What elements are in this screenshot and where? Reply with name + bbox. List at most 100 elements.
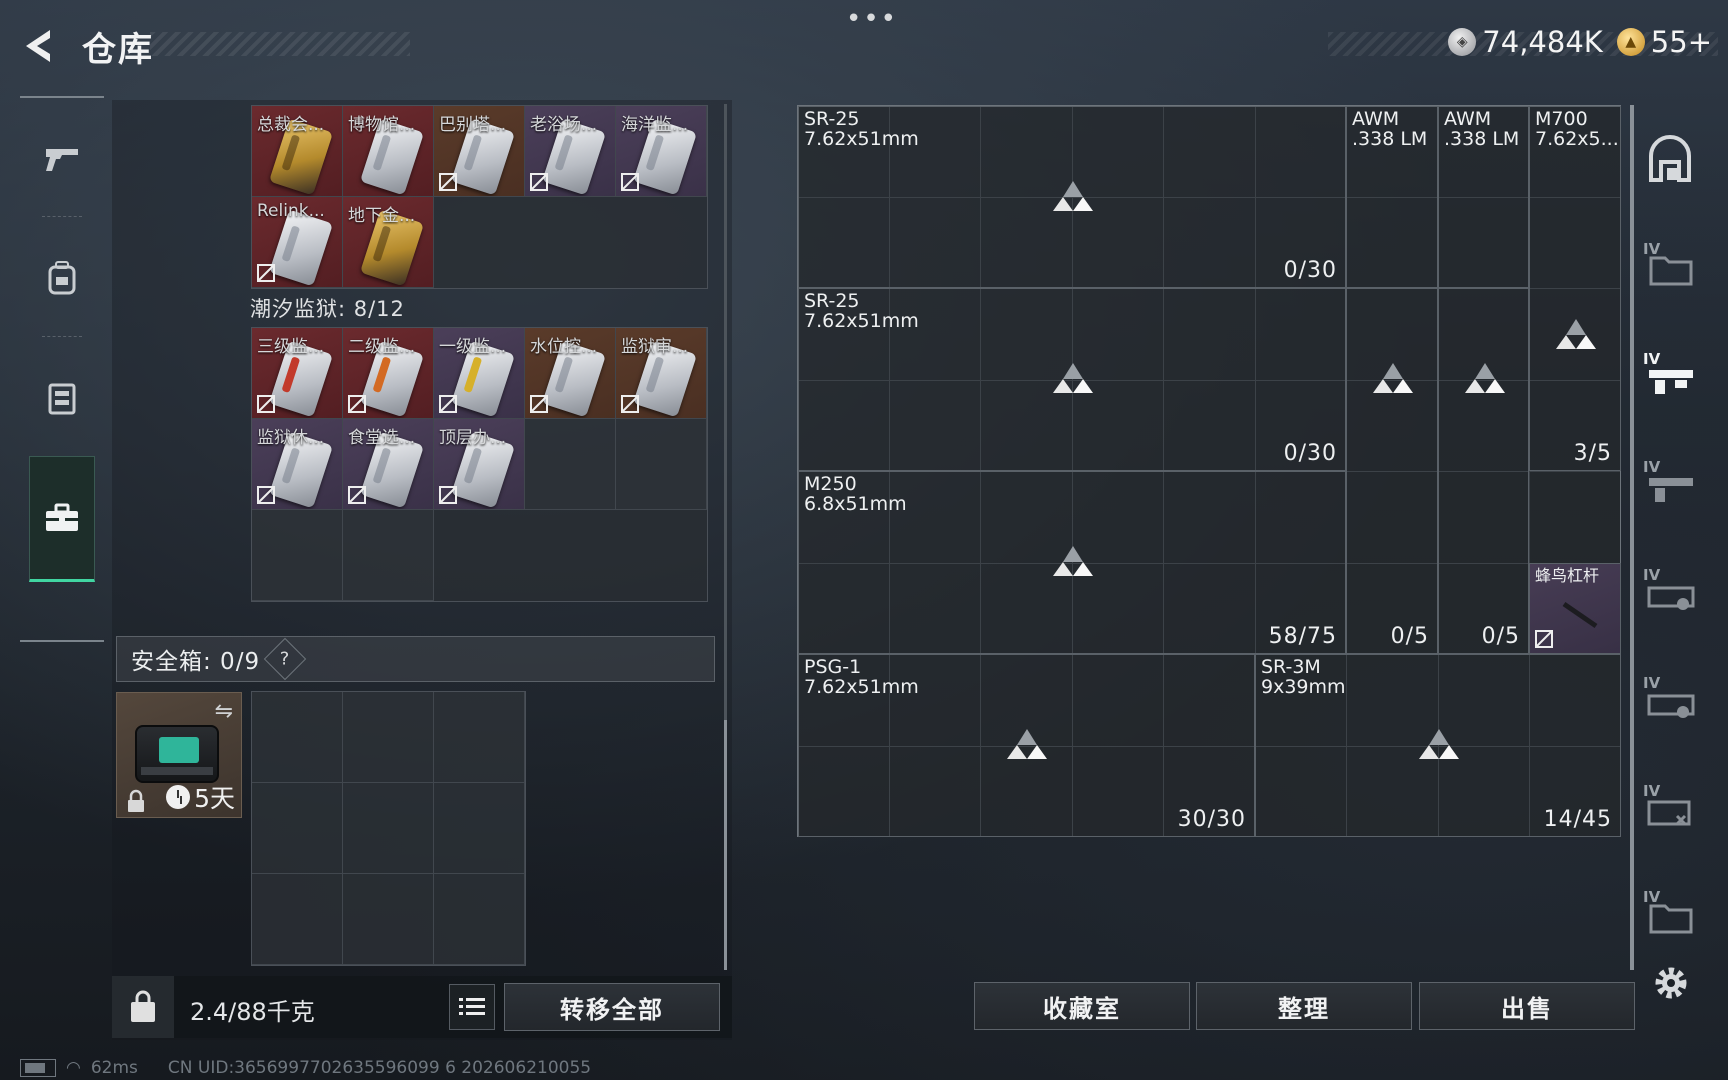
tier-triangle-icon — [1007, 729, 1047, 759]
gold-coin-icon: ▲ — [1616, 28, 1645, 56]
empty-slot[interactable] — [343, 510, 434, 601]
category-rail — [20, 96, 104, 642]
folder-icon — [1649, 256, 1693, 286]
weapon-item-awm-body[interactable]: 0/5 — [1438, 288, 1529, 654]
key-item[interactable]: 地下金... — [343, 197, 434, 288]
lever-icon — [1562, 601, 1598, 629]
prison-key-grid: 三级监... 二级监... 一级监... 水位控... 监狱审... 监狱休..… — [251, 327, 708, 602]
no-lock-icon — [348, 486, 366, 504]
key-item[interactable]: 二级监... — [343, 328, 434, 419]
key-item[interactable]: 巴别塔... — [434, 106, 525, 197]
settings-gear-icon[interactable] — [1650, 962, 1692, 1004]
storage-tab-iv-4[interactable]: IV — [1643, 566, 1697, 620]
container-lock-button[interactable] — [112, 976, 174, 1038]
weapon-item-sr25[interactable]: SR-25 7.62x51mm 0/30 — [798, 288, 1346, 471]
collection-room-button[interactable]: 收藏室 — [974, 982, 1190, 1030]
rifle-rack-icon — [1649, 370, 1693, 394]
empty-slot[interactable] — [434, 783, 525, 874]
storage-tab-iv-3[interactable]: IV — [1643, 458, 1697, 512]
storage-tab-all[interactable] — [1643, 134, 1697, 188]
no-lock-icon — [621, 395, 639, 413]
key-item[interactable]: 顶层办... — [434, 419, 525, 510]
no-lock-icon — [257, 486, 275, 504]
key-item[interactable]: 一级监... — [434, 328, 525, 419]
empty-slot[interactable] — [343, 874, 434, 965]
empty-slot[interactable] — [252, 510, 343, 601]
warehouse-scrollbar[interactable] — [1630, 105, 1634, 970]
key-item[interactable]: 总裁会... — [252, 106, 343, 197]
empty-slot[interactable] — [252, 874, 343, 965]
container-footer: 2.4/88千克 转移全部 — [112, 976, 732, 1038]
no-lock-icon — [530, 173, 548, 191]
weapon-item-awm-body[interactable]: 0/5 — [1346, 288, 1438, 654]
more-menu-button[interactable]: ••• — [846, 4, 898, 34]
sell-button[interactable]: 出售 — [1419, 982, 1635, 1030]
swap-icon[interactable]: ⇋ — [215, 699, 233, 724]
empty-slot[interactable] — [525, 419, 616, 510]
silver-currency: ◈ 74,484K — [1448, 25, 1603, 59]
safe-box-label: 安全箱: 0/9 — [131, 649, 261, 675]
item-name: AWM .338 LM — [1444, 108, 1520, 150]
title-hatch-decoration — [150, 32, 410, 56]
key-item[interactable]: 监狱休... — [252, 419, 343, 510]
key-grid-1: 总裁会... 博物馆... 巴别塔... 老浴场... 海洋监... Relin… — [251, 105, 708, 289]
weapon-item-sr25[interactable]: SR-25 7.62x51mm 0/30 — [798, 106, 1346, 288]
empty-slot[interactable] — [434, 874, 525, 965]
key-item[interactable]: 水位控... — [525, 328, 616, 419]
rail-item-keys[interactable] — [29, 456, 95, 582]
ammo-count: 0/30 — [1283, 441, 1337, 466]
container-scrollbar-thumb[interactable] — [724, 720, 727, 970]
safe-box-item[interactable]: ⇋ 5天 — [116, 692, 242, 818]
toolbox-icon — [46, 503, 78, 531]
no-lock-icon — [621, 173, 639, 191]
weapon-item-sr3m[interactable]: SR-3M 9x39mm 14/45 — [1255, 654, 1621, 837]
empty-slot[interactable] — [343, 783, 434, 874]
weapon-item-m700[interactable]: M700 7.62x5... 3/5 — [1529, 106, 1621, 471]
weapon-item-psg1[interactable]: PSG-1 7.62x51mm 30/30 — [798, 654, 1255, 837]
empty-slot[interactable] — [252, 692, 343, 783]
empty-slot[interactable] — [252, 783, 343, 874]
backpack-icon — [48, 261, 76, 295]
key-item[interactable]: 监狱审... — [616, 328, 707, 419]
storage-tab-iv-5[interactable]: IV — [1643, 674, 1697, 728]
rail-item-backpack[interactable] — [20, 218, 104, 338]
top-bar: 仓库 ••• ◈ 74,484K ▲ 55+ — [0, 0, 1728, 90]
gold-currency[interactable]: ▲ 55+ — [1616, 25, 1712, 59]
tier-triangle-icon — [1053, 363, 1093, 393]
empty-slot[interactable] — [343, 692, 434, 783]
container-scrollbar-track[interactable] — [724, 104, 727, 720]
sort-button[interactable]: 整理 — [1196, 982, 1412, 1030]
key-item[interactable]: 博物馆... — [343, 106, 434, 197]
ammo-count: 14/45 — [1543, 807, 1612, 832]
hummingbird-lever-item[interactable]: 蜂鸟杠杆 — [1529, 563, 1621, 654]
weapon-item-awm[interactable]: AWM .338 LM — [1346, 106, 1438, 288]
key-item[interactable]: 三级监... — [252, 328, 343, 419]
item-name: SR-25 7.62x51mm — [804, 290, 919, 332]
help-button[interactable]: ? — [263, 637, 307, 681]
rental-timer: 5天 — [166, 779, 235, 815]
empty-slot[interactable] — [434, 692, 525, 783]
key-item[interactable]: 海洋监... — [616, 106, 707, 197]
key-item[interactable]: 食堂选... — [343, 419, 434, 510]
tier-triangle-icon — [1373, 363, 1413, 393]
clock-icon — [166, 785, 191, 809]
storage-tab-iv-7[interactable]: IV — [1643, 888, 1697, 942]
silver-coin-icon: ◈ — [1448, 28, 1477, 56]
list-view-button[interactable] — [449, 984, 495, 1030]
transfer-all-button[interactable]: 转移全部 — [504, 983, 720, 1031]
weapon-item-awm[interactable]: AWM .338 LM — [1438, 106, 1529, 288]
folder-icon — [1649, 904, 1693, 934]
list-icon — [459, 998, 485, 1015]
wifi-icon: ◠ — [66, 1058, 81, 1078]
storage-tab-iv-6[interactable]: IV — [1643, 782, 1697, 836]
storage-tab-iv-1[interactable]: IV — [1643, 240, 1697, 294]
weapon-item-m250[interactable]: M250 6.8x51mm 58/75 — [798, 471, 1346, 654]
rail-item-weapons[interactable] — [20, 98, 104, 218]
back-arrow-icon[interactable] — [20, 26, 60, 66]
key-item[interactable]: 老浴场... — [525, 106, 616, 197]
rail-item-vest[interactable] — [20, 338, 104, 458]
empty-slot[interactable] — [616, 419, 707, 510]
storage-tab-iv-2[interactable]: IV — [1643, 350, 1697, 404]
key-item[interactable]: Relink... — [252, 197, 343, 288]
ammo-rack-icon — [1647, 694, 1695, 718]
